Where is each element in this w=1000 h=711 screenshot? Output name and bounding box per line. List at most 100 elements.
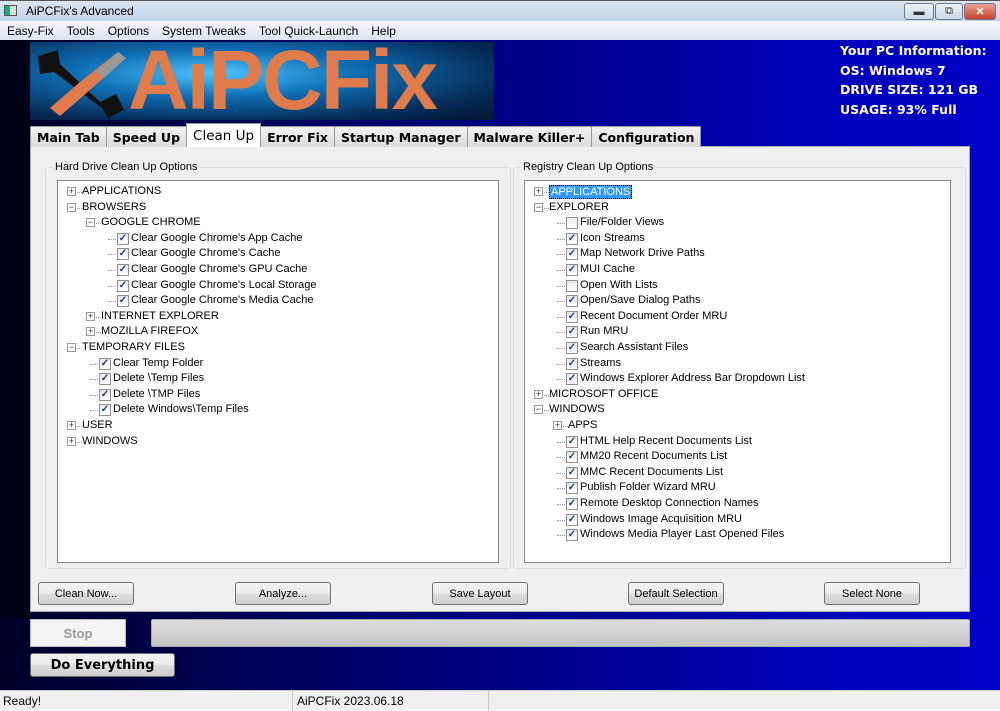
tree-item[interactable]: ✓ Clear Google Chrome's GPU Cache xyxy=(58,262,498,278)
tree-item[interactable]: − TEMPORARY FILES xyxy=(58,340,498,356)
expand-icon[interactable]: + xyxy=(67,436,76,446)
checkbox-checked[interactable]: ✓ xyxy=(117,232,129,245)
checkbox-checked[interactable]: ✓ xyxy=(99,388,111,401)
collapse-icon[interactable]: − xyxy=(534,202,543,212)
tree-item[interactable]: ✓ Delete \TMP Files xyxy=(58,387,498,403)
tree-item[interactable]: ✓ Windows Explorer Address Bar Dropdown L… xyxy=(525,371,950,387)
tree-item[interactable]: ✓ Map Network Drive Paths xyxy=(525,246,950,262)
expand-icon[interactable]: + xyxy=(67,421,76,430)
tree-item[interactable]: − EXPLORER xyxy=(525,200,950,216)
checkbox-checked[interactable]: ✓ xyxy=(566,482,578,495)
expand-icon[interactable]: + xyxy=(534,187,543,196)
tree-item[interactable]: + MICROSOFT OFFICE xyxy=(525,387,950,403)
tree-item[interactable]: ✓ Icon Streams xyxy=(525,231,950,247)
checkbox-checked[interactable]: ✓ xyxy=(566,310,578,323)
collapse-icon[interactable]: − xyxy=(86,218,95,228)
checkbox-unchecked[interactable] xyxy=(566,279,578,292)
tree-item[interactable]: ✓ Streams xyxy=(525,356,950,372)
tree-item[interactable]: ✓ Windows Media Player Last Opened Files xyxy=(525,527,950,543)
checkbox-checked[interactable]: ✓ xyxy=(566,451,578,464)
tree-item[interactable]: + WINDOWS xyxy=(58,434,498,450)
tree-item[interactable]: Open With Lists xyxy=(525,278,950,294)
clean-now-button[interactable]: Clean Now... xyxy=(38,582,134,605)
tree-item[interactable]: − WINDOWS xyxy=(525,402,950,418)
checkbox-checked[interactable]: ✓ xyxy=(566,357,578,370)
tree-item[interactable]: + INTERNET EXPLORER xyxy=(58,309,498,325)
expand-icon[interactable]: + xyxy=(86,327,95,337)
tab-speed-up[interactable]: Speed Up xyxy=(105,126,188,147)
menu-easy-fix[interactable]: Easy-Fix xyxy=(0,24,60,38)
tab-configuration[interactable]: Configuration xyxy=(591,126,702,147)
collapse-icon[interactable]: − xyxy=(67,202,76,212)
expand-icon[interactable]: + xyxy=(67,187,76,196)
hard-drive-tree[interactable]: + APPLICATIONS − BROWSERS − GOOGLE CHROME ✓ Cle… xyxy=(57,180,499,563)
tree-item[interactable]: − BROWSERS xyxy=(58,200,498,216)
tree-item[interactable]: ✓ Remote Desktop Connection Names xyxy=(525,496,950,512)
checkbox-checked[interactable]: ✓ xyxy=(99,357,111,370)
stop-button[interactable]: Stop xyxy=(30,619,126,647)
expand-icon[interactable]: + xyxy=(534,389,543,399)
checkbox-checked[interactable]: ✓ xyxy=(566,326,578,339)
tree-item[interactable]: ✓ Delete Windows\Temp Files xyxy=(58,402,498,418)
tree-item[interactable]: ✓ MM20 Recent Documents List xyxy=(525,449,950,465)
checkbox-checked[interactable]: ✓ xyxy=(99,373,111,386)
checkbox-checked[interactable]: ✓ xyxy=(566,513,578,526)
checkbox-checked[interactable]: ✓ xyxy=(566,264,578,276)
collapse-icon[interactable]: − xyxy=(534,405,543,415)
tree-item[interactable]: ✓ Delete \Temp Files xyxy=(58,371,498,387)
menu-help[interactable]: Help xyxy=(364,24,402,38)
expand-icon[interactable]: + xyxy=(553,421,562,430)
checkbox-checked[interactable]: ✓ xyxy=(566,435,578,448)
tree-item[interactable]: ✓ Clear Google Chrome's Local Storage xyxy=(58,278,498,294)
menu-tool-quick-launch[interactable]: Tool Quick-Launch xyxy=(252,24,364,38)
checkbox-checked[interactable]: ✓ xyxy=(117,264,129,276)
checkbox-checked[interactable]: ✓ xyxy=(566,373,578,386)
menu-tools[interactable]: Tools xyxy=(60,24,101,38)
tree-item[interactable]: ✓ Open/Save Dialog Paths xyxy=(525,293,950,309)
checkbox-checked[interactable]: ✓ xyxy=(566,232,578,245)
tree-item[interactable]: ✓ Recent Document Order MRU xyxy=(525,309,950,325)
tab-clean-up[interactable]: Clean Up xyxy=(186,123,262,147)
default-selection-button[interactable]: Default Selection xyxy=(628,582,724,605)
tree-item[interactable]: ✓ Search Assistant Files xyxy=(525,340,950,356)
checkbox-checked[interactable]: ✓ xyxy=(117,295,129,308)
tree-item[interactable]: − GOOGLE CHROME xyxy=(58,215,498,231)
checkbox-checked[interactable]: ✓ xyxy=(566,498,578,510)
close-button[interactable]: ✕ xyxy=(964,3,996,20)
tree-item[interactable]: + APPLICATIONS xyxy=(58,184,498,200)
tab-main-tab[interactable]: Main Tab xyxy=(30,126,107,147)
tree-item[interactable]: File/Folder Views xyxy=(525,215,950,231)
tree-item[interactable]: ✓ Publish Folder Wizard MRU xyxy=(525,480,950,496)
checkbox-checked[interactable]: ✓ xyxy=(566,248,578,261)
tree-item[interactable]: + USER xyxy=(58,418,498,434)
checkbox-checked[interactable]: ✓ xyxy=(99,404,111,417)
select-none-button[interactable]: Select None xyxy=(824,582,920,605)
checkbox-checked[interactable]: ✓ xyxy=(566,466,578,479)
tree-item[interactable]: ✓ Clear Temp Folder xyxy=(58,356,498,372)
tree-item[interactable]: ✓ Windows Image Acquisition MRU xyxy=(525,512,950,528)
checkbox-unchecked[interactable] xyxy=(566,217,578,230)
analyze-button[interactable]: Analyze... xyxy=(235,582,331,605)
tree-item[interactable]: ✓ MMC Recent Documents List xyxy=(525,465,950,481)
tree-item[interactable]: ✓ Run MRU xyxy=(525,324,950,340)
tree-item[interactable]: + APPLICATIONS xyxy=(525,184,950,200)
registry-tree[interactable]: + APPLICATIONS − EXPLORER File/Folder Views ✓… xyxy=(524,180,951,563)
minimize-button[interactable]: ▬ xyxy=(904,3,934,20)
tree-item[interactable]: ✓ Clear Google Chrome's Cache xyxy=(58,246,498,262)
do-everything-button[interactable]: Do Everything xyxy=(30,653,175,677)
collapse-icon[interactable]: − xyxy=(67,343,76,352)
tree-item[interactable]: ✓ Clear Google Chrome's Media Cache xyxy=(58,293,498,309)
tree-item[interactable]: ✓ MUI Cache xyxy=(525,262,950,278)
checkbox-checked[interactable]: ✓ xyxy=(566,295,578,308)
checkbox-checked[interactable]: ✓ xyxy=(117,279,129,292)
checkbox-checked[interactable]: ✓ xyxy=(117,248,129,261)
tree-item[interactable]: + MOZILLA FIREFOX xyxy=(58,324,498,340)
tab-malware-killer[interactable]: Malware Killer+ xyxy=(466,126,593,147)
tree-item[interactable]: + APPS xyxy=(525,418,950,434)
menu-system-tweaks[interactable]: System Tweaks xyxy=(155,24,252,38)
restore-button[interactable]: ⧉ xyxy=(935,3,963,20)
checkbox-checked[interactable]: ✓ xyxy=(566,529,578,542)
checkbox-checked[interactable]: ✓ xyxy=(566,342,578,354)
menu-options[interactable]: Options xyxy=(101,24,155,38)
tab-error-fix[interactable]: Error Fix xyxy=(260,126,335,147)
